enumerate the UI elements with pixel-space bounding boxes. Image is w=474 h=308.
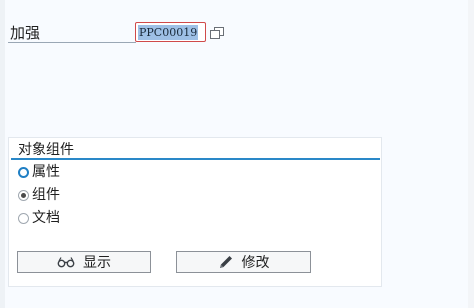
value-help-icon bbox=[210, 27, 224, 39]
value-help-button[interactable] bbox=[209, 25, 225, 39]
radio-button-components[interactable] bbox=[18, 189, 29, 201]
left-border-strip bbox=[0, 0, 5, 308]
group-title-underline bbox=[11, 158, 380, 160]
pencil-icon bbox=[218, 254, 234, 270]
display-button[interactable]: 显示 bbox=[17, 251, 151, 273]
glasses-icon bbox=[57, 256, 75, 268]
radio-components[interactable]: 组件 bbox=[18, 185, 60, 205]
radio-button-attributes[interactable] bbox=[18, 166, 29, 178]
object-components-group: 对象组件 属性 组件 文档 显示 修改 bbox=[8, 137, 382, 287]
change-button[interactable]: 修改 bbox=[176, 251, 311, 273]
radio-button-documentation[interactable] bbox=[18, 212, 29, 224]
enhancement-input[interactable]: PPC00019 bbox=[135, 22, 206, 42]
radio-label-documentation: 文档 bbox=[32, 210, 60, 226]
radio-label-attributes: 属性 bbox=[32, 164, 60, 180]
group-title: 对象组件 bbox=[18, 142, 74, 158]
radio-attributes[interactable]: 属性 bbox=[18, 162, 60, 182]
radio-documentation[interactable]: 文档 bbox=[18, 208, 60, 228]
label-underline bbox=[8, 42, 136, 43]
radio-label-components: 组件 bbox=[32, 187, 60, 203]
display-button-label: 显示 bbox=[83, 255, 111, 271]
change-button-label: 修改 bbox=[241, 255, 270, 271]
enhancement-label: 加强 bbox=[10, 24, 41, 42]
enhancement-value[interactable]: PPC00019 bbox=[138, 25, 199, 40]
right-border-strip bbox=[468, 0, 474, 308]
